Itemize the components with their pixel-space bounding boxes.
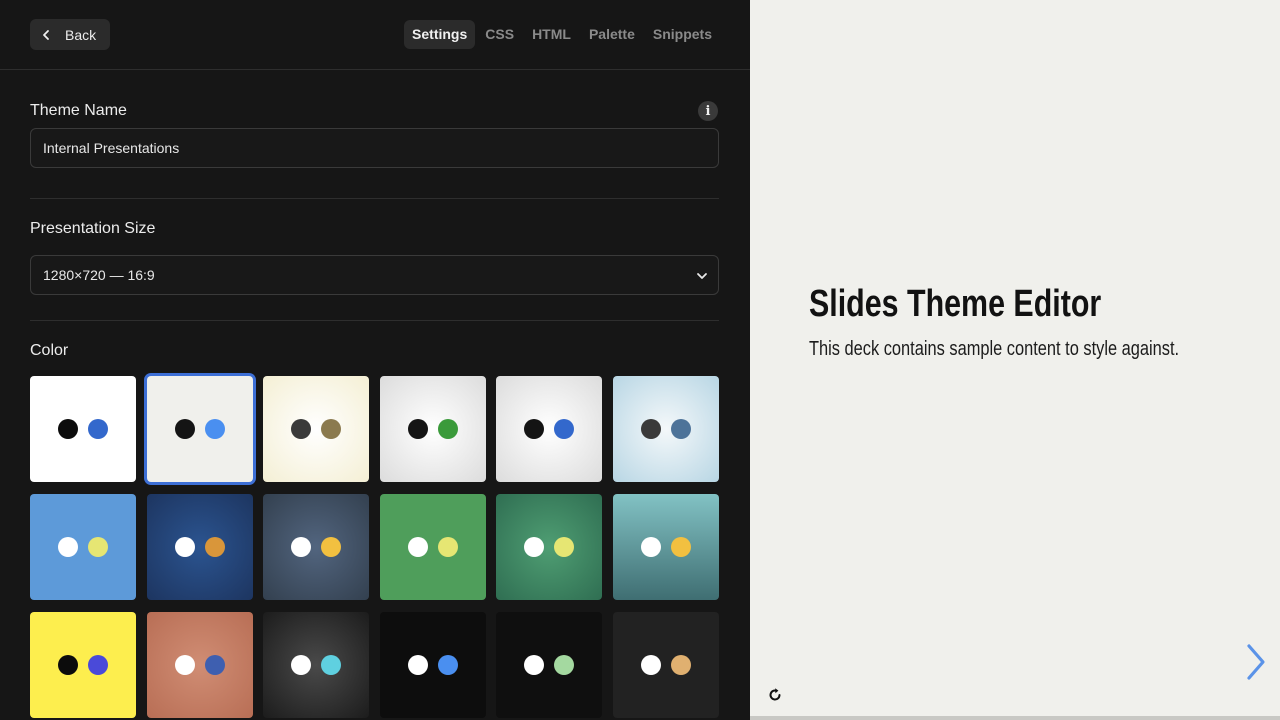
info-icon[interactable]: i	[698, 101, 718, 121]
color-swatch[interactable]	[30, 612, 136, 718]
accent-color-dot	[321, 419, 342, 439]
color-swatch[interactable]	[263, 376, 370, 482]
text-color-dot	[174, 419, 195, 439]
color-swatch[interactable]	[496, 612, 603, 718]
slide-subtitle: This deck contains sample content to sty…	[809, 338, 1180, 360]
accent-color-dot	[321, 537, 342, 557]
accent-color-dot	[437, 537, 458, 557]
text-color-dot	[407, 537, 428, 557]
section-divider	[30, 320, 719, 321]
text-color-dot	[524, 537, 545, 557]
text-color-dot	[640, 419, 661, 439]
accent-color-dot	[88, 537, 108, 557]
accent-color-dot	[204, 655, 225, 675]
text-color-dot	[524, 419, 545, 439]
preview-progress-track	[750, 716, 1280, 720]
accent-color-dot	[670, 419, 691, 439]
text-color-dot	[174, 537, 195, 557]
color-swatch[interactable]	[379, 494, 486, 600]
tab-css[interactable]: CSS	[477, 20, 522, 49]
color-swatch[interactable]	[612, 494, 719, 600]
chevron-right-icon[interactable]	[1244, 642, 1268, 682]
color-swatch[interactable]	[30, 376, 136, 482]
editor-toolbar: Back Settings CSS HTML Palette Snippets	[0, 0, 750, 70]
slide-title: Slides Theme Editor	[809, 283, 1102, 325]
text-color-dot	[58, 655, 78, 675]
refresh-icon[interactable]	[767, 687, 783, 703]
text-color-dot	[407, 419, 428, 439]
tab-html[interactable]: HTML	[524, 20, 579, 49]
color-swatch[interactable]	[612, 376, 719, 482]
accent-color-dot	[437, 419, 458, 439]
text-color-dot	[407, 655, 428, 675]
color-swatch[interactable]	[263, 494, 370, 600]
tab-palette[interactable]: Palette	[581, 20, 643, 49]
accent-color-dot	[554, 537, 575, 557]
slide-preview: Slides Theme Editor This deck contains s…	[750, 0, 1280, 720]
text-color-dot	[58, 419, 78, 439]
accent-color-dot	[437, 655, 458, 675]
chevron-left-icon	[43, 29, 49, 40]
color-swatch[interactable]	[30, 494, 136, 600]
accent-color-dot	[204, 537, 225, 557]
text-color-dot	[524, 655, 545, 675]
theme-name-input[interactable]	[43, 140, 718, 156]
color-swatch[interactable]	[612, 612, 719, 718]
text-color-dot	[291, 537, 312, 557]
color-swatch-grid	[30, 376, 719, 718]
theme-name-field[interactable]	[30, 128, 719, 168]
text-color-dot	[640, 537, 661, 557]
accent-color-dot	[670, 655, 691, 675]
section-divider	[30, 198, 719, 199]
theme-editor-panel: Back Settings CSS HTML Palette Snippets Them…	[0, 0, 750, 720]
back-button-label: Back	[65, 26, 97, 43]
color-label: Color	[30, 342, 69, 359]
presentation-size-select[interactable]: 1280×720 — 16:9	[30, 255, 719, 295]
color-swatch[interactable]	[379, 612, 486, 718]
tab-snippets[interactable]: Snippets	[645, 20, 720, 49]
back-button[interactable]: Back	[30, 19, 110, 50]
presentation-size-value: 1280×720 — 16:9	[43, 267, 155, 283]
chevron-down-icon	[697, 273, 707, 279]
accent-color-dot	[554, 655, 575, 675]
presentation-size-label: Presentation Size	[30, 220, 156, 237]
color-swatch[interactable]	[496, 376, 603, 482]
accent-color-dot	[670, 537, 691, 557]
color-swatch[interactable]	[146, 612, 253, 718]
text-color-dot	[640, 655, 661, 675]
tab-settings[interactable]: Settings	[404, 20, 476, 49]
text-color-dot	[291, 419, 312, 439]
editor-tabs: Settings CSS HTML Palette Snippets	[404, 20, 720, 49]
accent-color-dot	[321, 655, 342, 675]
color-swatch[interactable]	[496, 494, 603, 600]
color-swatch[interactable]	[146, 494, 253, 600]
text-color-dot	[174, 655, 195, 675]
accent-color-dot	[88, 419, 108, 439]
text-color-dot	[58, 537, 78, 557]
accent-color-dot	[88, 655, 108, 675]
color-swatch[interactable]	[146, 376, 253, 482]
accent-color-dot	[204, 419, 225, 439]
text-color-dot	[291, 655, 312, 675]
color-swatch[interactable]	[379, 376, 486, 482]
color-swatch[interactable]	[263, 612, 370, 718]
accent-color-dot	[554, 419, 575, 439]
theme-name-label: Theme Name	[30, 102, 127, 119]
